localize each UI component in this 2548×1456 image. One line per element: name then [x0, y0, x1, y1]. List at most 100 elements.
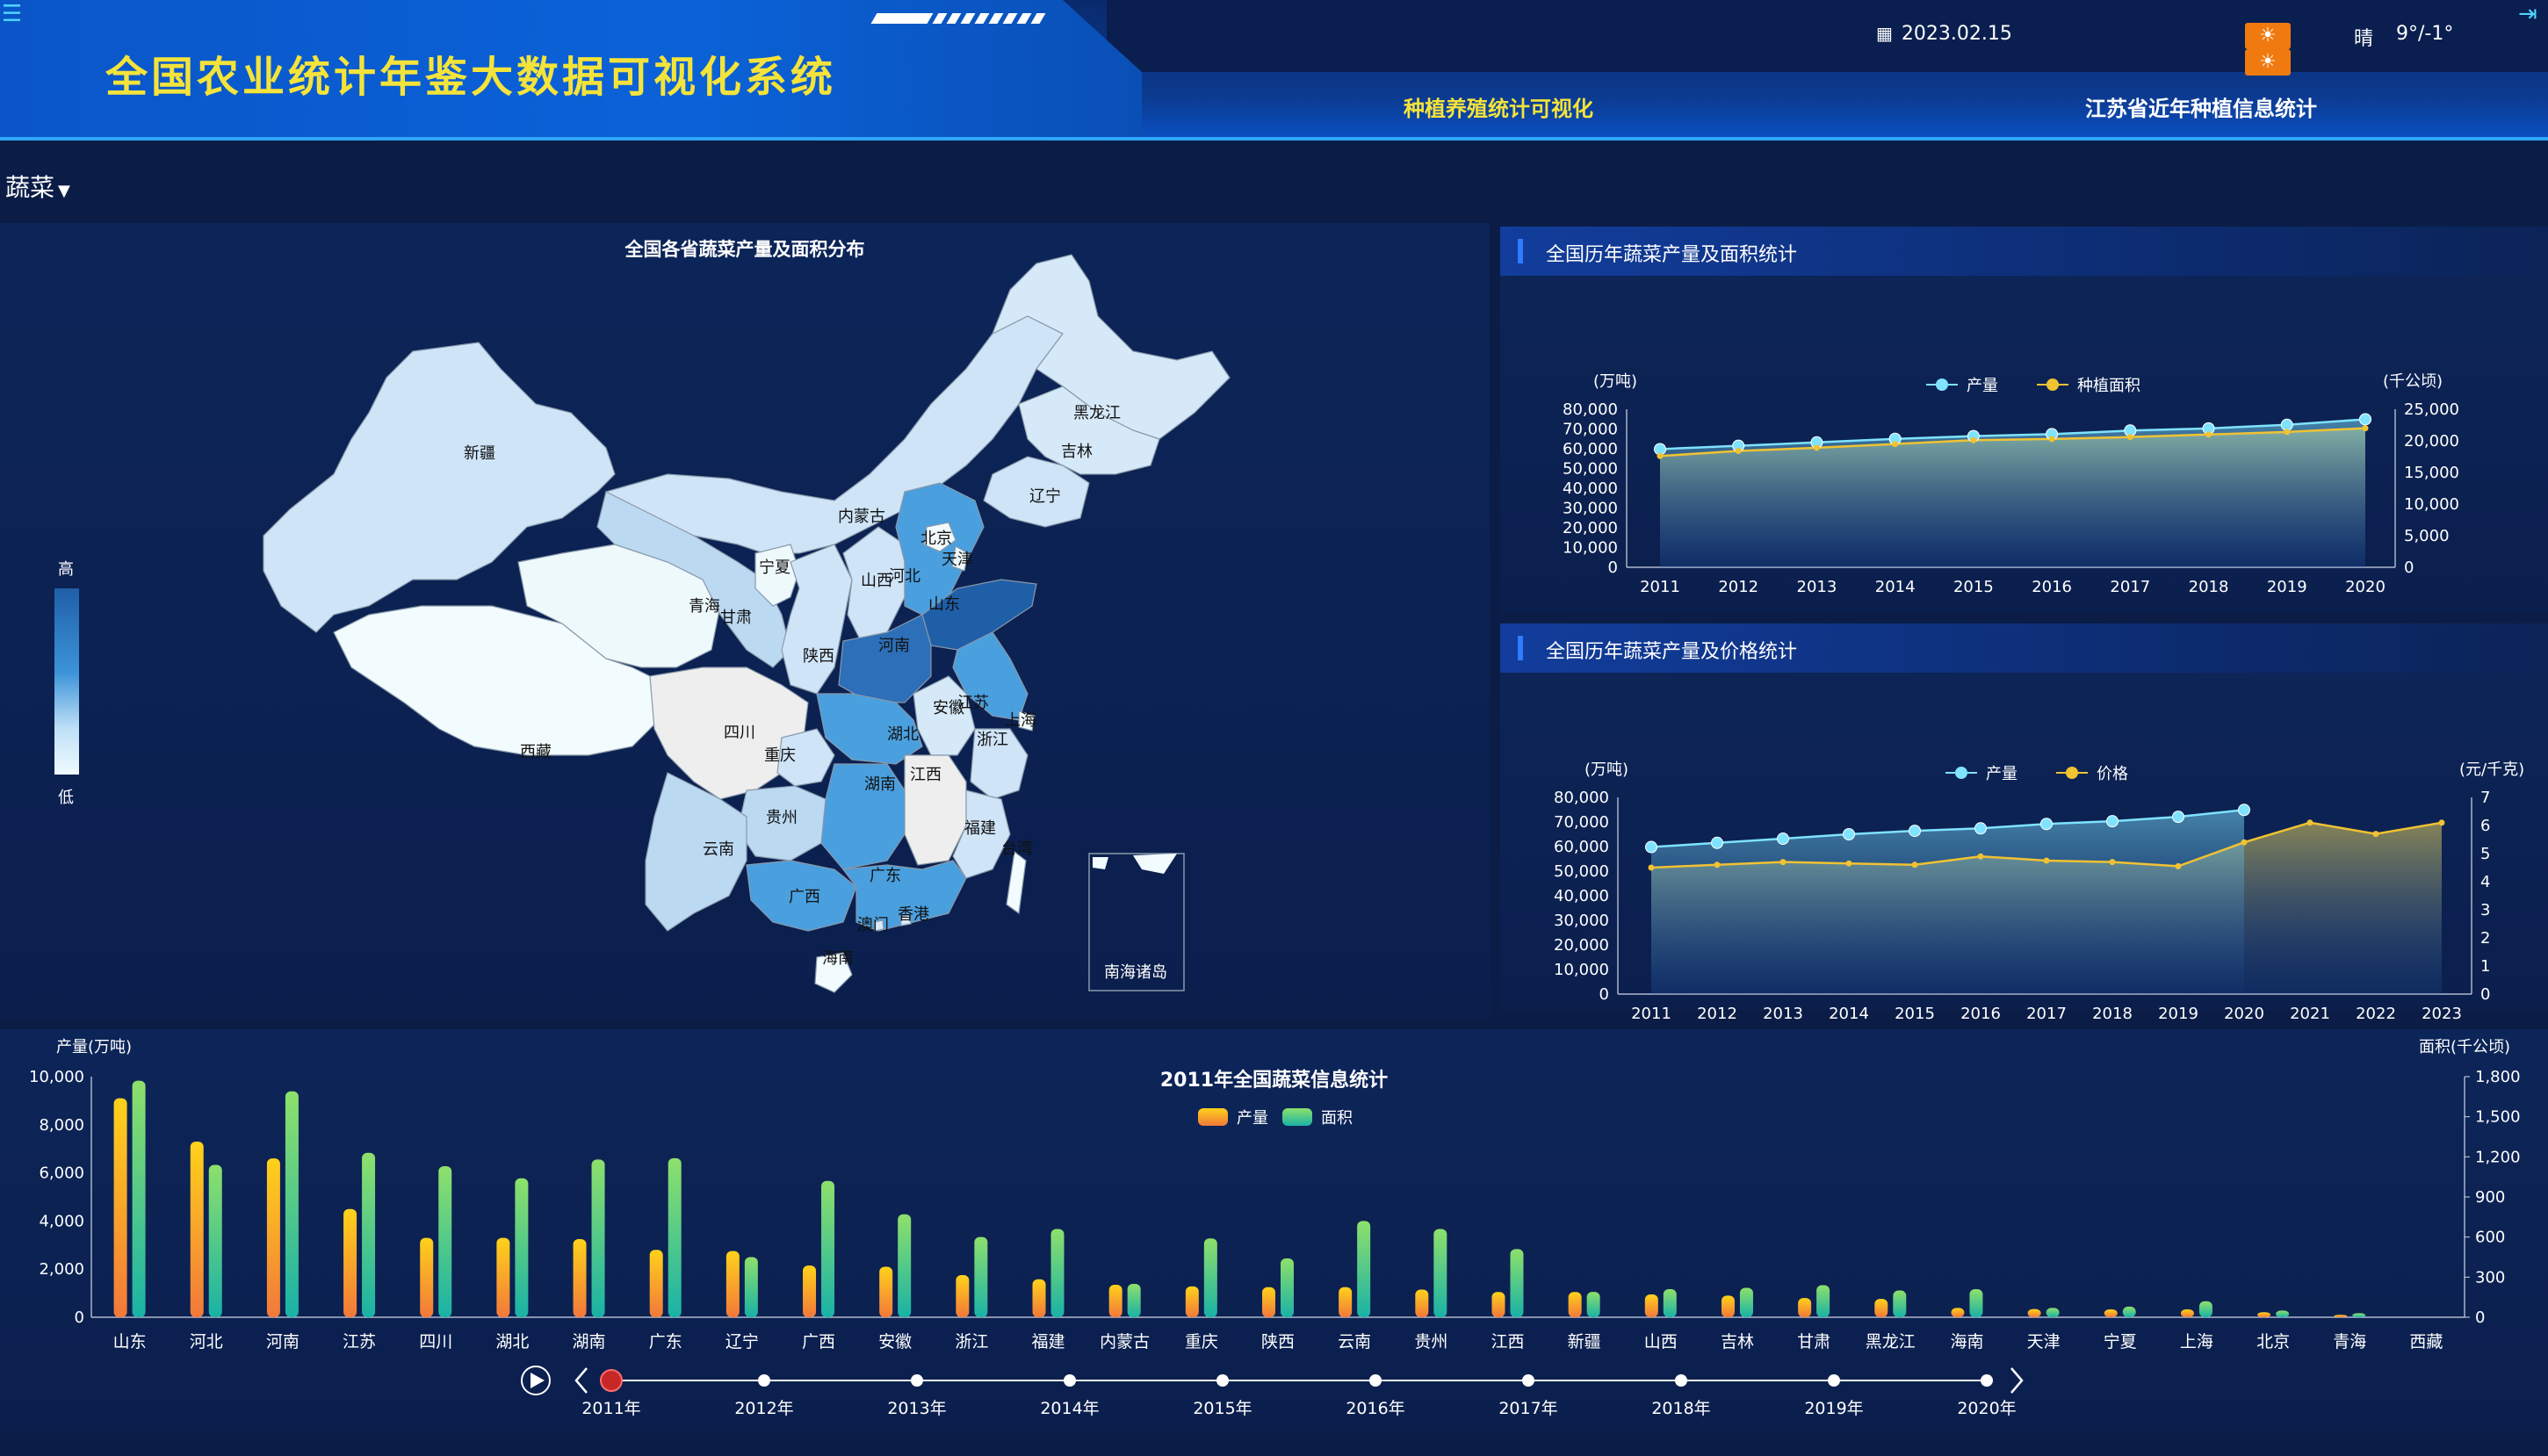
bar-production[interactable] — [1951, 1308, 1965, 1317]
data-point[interactable] — [2306, 819, 2313, 826]
legend-label[interactable]: 种植面积 — [2077, 377, 2140, 395]
bar-area[interactable] — [668, 1157, 682, 1317]
data-point[interactable] — [1970, 436, 1977, 443]
timeline-node[interactable] — [911, 1374, 923, 1387]
data-point[interactable] — [2040, 818, 2053, 831]
data-point[interactable] — [2362, 425, 2369, 432]
bar-area[interactable] — [974, 1236, 988, 1317]
data-point[interactable] — [2372, 831, 2379, 838]
data-point[interactable] — [1779, 859, 1786, 866]
bar-production[interactable] — [343, 1208, 357, 1317]
bar-area[interactable] — [132, 1080, 146, 1317]
bar-area[interactable] — [1586, 1292, 1600, 1317]
bar-area[interactable] — [1127, 1283, 1141, 1317]
bar-production[interactable] — [1798, 1298, 1812, 1317]
bar-production[interactable] — [1721, 1295, 1735, 1317]
bar-area[interactable] — [1281, 1258, 1294, 1317]
bar-production[interactable] — [956, 1275, 970, 1317]
data-point[interactable] — [1909, 825, 1921, 838]
bar-area[interactable] — [2122, 1306, 2136, 1317]
bar-area[interactable] — [208, 1164, 222, 1317]
timeline-year-label[interactable]: 2012年 — [734, 1399, 793, 1418]
data-point[interactable] — [2106, 815, 2119, 828]
production-price-chart[interactable]: 0 10,000 20,000 30,000 40,000 50,000 60,000 70,… — [1500, 673, 2548, 1059]
bar-production[interactable] — [2027, 1308, 2041, 1317]
bar-area[interactable] — [2352, 1313, 2366, 1317]
bar-area[interactable] — [1203, 1238, 1217, 1317]
bar-production[interactable] — [113, 1098, 127, 1317]
data-point[interactable] — [2438, 819, 2445, 826]
bar-production[interactable] — [1491, 1292, 1505, 1317]
legend-label[interactable]: 产量 — [1986, 765, 2017, 783]
chevron-left-icon[interactable] — [574, 1367, 588, 1394]
data-point[interactable] — [1974, 822, 1987, 835]
logout-icon[interactable]: ⇥ — [2518, 2, 2544, 26]
data-point[interactable] — [1813, 444, 1820, 451]
data-point[interactable] — [2205, 431, 2212, 438]
bar-production[interactable] — [1185, 1286, 1199, 1317]
bar-area[interactable] — [898, 1214, 912, 1317]
legend-label[interactable]: 产量 — [1967, 377, 1998, 395]
bar-production[interactable] — [2334, 1315, 2348, 1317]
timeline-year-label[interactable]: 2011年 — [581, 1399, 640, 1418]
bar-production[interactable] — [879, 1266, 893, 1317]
bar-production[interactable] — [2104, 1308, 2118, 1317]
data-point[interactable] — [2359, 413, 2371, 426]
data-point[interactable] — [1657, 452, 1664, 459]
production-area-chart[interactable]: 010,00020,00030,00040,00050,00060,00070,… — [1500, 276, 2548, 613]
bar-area[interactable] — [1816, 1285, 1830, 1317]
bar-production[interactable] — [1339, 1287, 1353, 1317]
bar-area[interactable] — [2046, 1308, 2060, 1317]
data-point[interactable] — [1735, 448, 1742, 455]
bar-area[interactable] — [1510, 1249, 1524, 1317]
data-point[interactable] — [1845, 860, 1852, 867]
bar-production[interactable] — [420, 1237, 434, 1317]
timeline-year-label[interactable]: 2019年 — [1804, 1399, 1863, 1418]
data-point[interactable] — [2238, 804, 2250, 817]
bar-production[interactable] — [1108, 1285, 1122, 1317]
bar-area[interactable] — [2276, 1310, 2290, 1317]
bar-area[interactable] — [362, 1152, 376, 1317]
legend-label[interactable]: 价格 — [2097, 765, 2128, 783]
bar-production[interactable] — [649, 1250, 663, 1317]
bar-area[interactable] — [744, 1257, 758, 1318]
nav-tab-jiangsu[interactable]: 江苏省近年种植信息统计 — [2085, 91, 2317, 122]
timeline-node-active[interactable] — [600, 1369, 623, 1392]
menu-icon[interactable]: ☰ — [2, 2, 28, 26]
timeline-year-label[interactable]: 2015年 — [1193, 1399, 1252, 1418]
timeline-year-label[interactable]: 2013年 — [887, 1399, 946, 1418]
bar-production[interactable] — [573, 1238, 587, 1317]
bar-area[interactable] — [1739, 1287, 1753, 1317]
legend-label[interactable]: 产量 — [1237, 1109, 1268, 1128]
crop-selector[interactable]: 蔬菜 ▼ — [5, 169, 70, 204]
bar-area[interactable] — [591, 1159, 605, 1317]
province-taiwan[interactable] — [1006, 850, 1027, 915]
bar-area[interactable] — [1433, 1229, 1447, 1317]
bar-production[interactable] — [1568, 1292, 1582, 1317]
bar-area[interactable] — [438, 1165, 452, 1317]
timeline-year-label[interactable]: 2014年 — [1040, 1399, 1099, 1418]
data-point[interactable] — [1843, 828, 1855, 840]
china-map[interactable]: 南海诸岛 新疆 西藏 青海 甘肃 内蒙古 宁夏 陕西 山西 河北 北京 天津 山… — [0, 223, 1490, 1019]
data-point[interactable] — [1711, 836, 1723, 849]
data-point[interactable] — [1892, 441, 1899, 448]
bar-area[interactable] — [1357, 1221, 1371, 1317]
bar-production[interactable] — [266, 1158, 280, 1317]
bar-production[interactable] — [1644, 1294, 1658, 1317]
bar-production[interactable] — [2180, 1308, 2194, 1317]
timeline-node[interactable] — [1828, 1374, 1840, 1387]
data-point[interactable] — [1977, 853, 1984, 860]
bar-production[interactable] — [496, 1237, 510, 1317]
bar-production[interactable] — [1415, 1289, 1429, 1317]
data-point[interactable] — [2241, 839, 2248, 846]
province-bar-chart[interactable]: 0 2,000 4,000 6,000 8,000 10,000 0 300 600 900 1,2… — [0, 1029, 2548, 1433]
bar-production[interactable] — [725, 1251, 740, 1317]
bar-area[interactable] — [285, 1091, 299, 1317]
nav-tab-planting[interactable]: 种植养殖统计可视化 — [1404, 91, 1593, 122]
timeline-year-label[interactable]: 2020年 — [1957, 1399, 2016, 1418]
bar-production[interactable] — [1262, 1287, 1275, 1317]
data-point[interactable] — [2172, 811, 2184, 824]
timeline-node[interactable] — [1064, 1374, 1076, 1387]
data-point[interactable] — [2126, 434, 2133, 441]
timeline-node[interactable] — [1522, 1374, 1534, 1387]
